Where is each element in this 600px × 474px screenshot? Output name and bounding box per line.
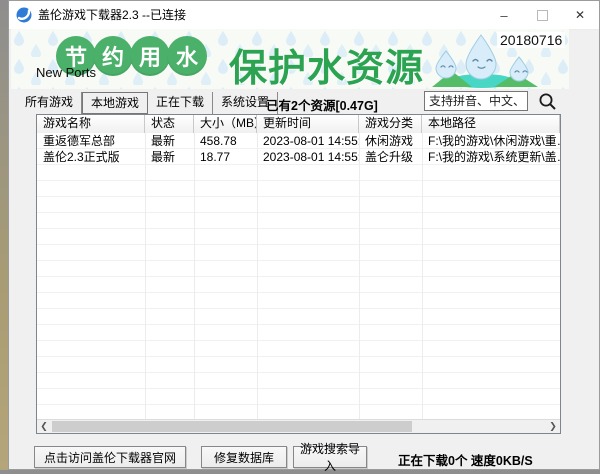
table-body: 重返德军总部最新458.782023-08-01 14:55:05休闲游戏F:\…	[37, 133, 560, 420]
scroll-left-icon[interactable]: ❮	[37, 420, 51, 433]
scrollbar-thumb[interactable]	[52, 421, 412, 432]
table-cell: 18.77	[194, 149, 257, 165]
table-row[interactable]: 盖伦2.3正式版最新18.772023-08-01 14:55:03盖仑升级F:…	[37, 149, 560, 165]
grid-line	[257, 133, 258, 420]
banner-headline: 保护水资源	[229, 37, 424, 89]
games-table: 游戏名称状态大小（MB）更新时间游戏分类本地路径 重返德军总部最新458.782…	[36, 114, 561, 434]
table-row[interactable]: 重返德军总部最新458.782023-08-01 14:55:05休闲游戏F:\…	[37, 133, 560, 149]
banner-date: 20180716	[497, 32, 565, 48]
water-banner: 节约用水 保护水资源 20180716 New Ports	[11, 29, 569, 89]
app-logo-icon	[16, 7, 32, 23]
app-window: 盖伦游戏下载器2.3 --已连接 – ✕ 节约用水 保护水资源	[8, 0, 600, 470]
maximize-icon	[537, 10, 548, 21]
minimize-button[interactable]: –	[485, 1, 523, 29]
table-cell: F:\我的游戏\休闲游戏\重…	[422, 133, 560, 149]
close-button[interactable]: ✕	[561, 1, 599, 29]
table-cell: 休闲游戏	[359, 133, 422, 149]
repair-database-button[interactable]: 修复数据库	[201, 446, 287, 468]
game-search-import-button[interactable]: 游戏搜索导入	[293, 446, 367, 468]
slogan-circle-2: 用	[130, 36, 170, 76]
table-cell: 重返德军总部	[37, 133, 145, 149]
download-status-label: 正在下载0个 速度0KB/S	[398, 450, 533, 469]
tab-bar: 所有游戏本地游戏正在下载系统设置	[17, 92, 278, 114]
search-input[interactable]	[424, 91, 528, 111]
maximize-button[interactable]	[523, 1, 561, 29]
footer-button-bar: 点击访问盖伦下载器官网修复数据库游戏搜索导入	[34, 446, 367, 468]
column-header-1[interactable]: 状态	[145, 115, 194, 133]
table-cell: 最新	[145, 149, 194, 165]
table-cell: 盖伦2.3正式版	[37, 149, 145, 165]
table-cell: 盖仑升级	[359, 149, 422, 165]
grid-line	[194, 133, 195, 420]
table-cell: 458.78	[194, 133, 257, 149]
column-header-0[interactable]: 游戏名称	[37, 115, 145, 133]
slogan-circle-3: 水	[167, 36, 207, 76]
column-header-2[interactable]: 大小（MB）	[194, 115, 257, 133]
table-cell: 2023-08-01 14:55:05	[257, 133, 359, 149]
table-cell: 2023-08-01 14:55:03	[257, 149, 359, 165]
search-icon[interactable]	[538, 92, 557, 111]
scroll-right-icon[interactable]: ❯	[546, 420, 560, 433]
horizontal-scrollbar[interactable]: ❮ ❯	[37, 419, 560, 433]
column-header-5[interactable]: 本地路径	[422, 115, 560, 133]
column-header-3[interactable]: 更新时间	[257, 115, 359, 133]
table-cell: 最新	[145, 133, 194, 149]
column-header-4[interactable]: 游戏分类	[359, 115, 422, 133]
title-bar: 盖伦游戏下载器2.3 --已连接 – ✕	[9, 1, 599, 30]
table-header-row: 游戏名称状态大小（MB）更新时间游戏分类本地路径	[37, 115, 560, 134]
visit-official-site-button[interactable]: 点击访问盖伦下载器官网	[34, 446, 186, 468]
window-title: 盖伦游戏下载器2.3 --已连接	[38, 1, 186, 29]
banner-subtitle: New Ports	[36, 65, 96, 80]
tab-2[interactable]: 正在下载	[148, 92, 213, 114]
tab-1[interactable]: 本地游戏	[82, 92, 148, 114]
tab-0[interactable]: 所有游戏	[17, 92, 82, 114]
grid-line	[145, 133, 146, 420]
grid-line	[422, 133, 423, 420]
table-cell: F:\我的游戏\系统更新\盖…	[422, 149, 560, 165]
slogan-circle-1: 约	[93, 36, 133, 76]
resource-count-label: 已有2个资源[0.47G]	[266, 95, 378, 114]
grid-line	[359, 133, 360, 420]
